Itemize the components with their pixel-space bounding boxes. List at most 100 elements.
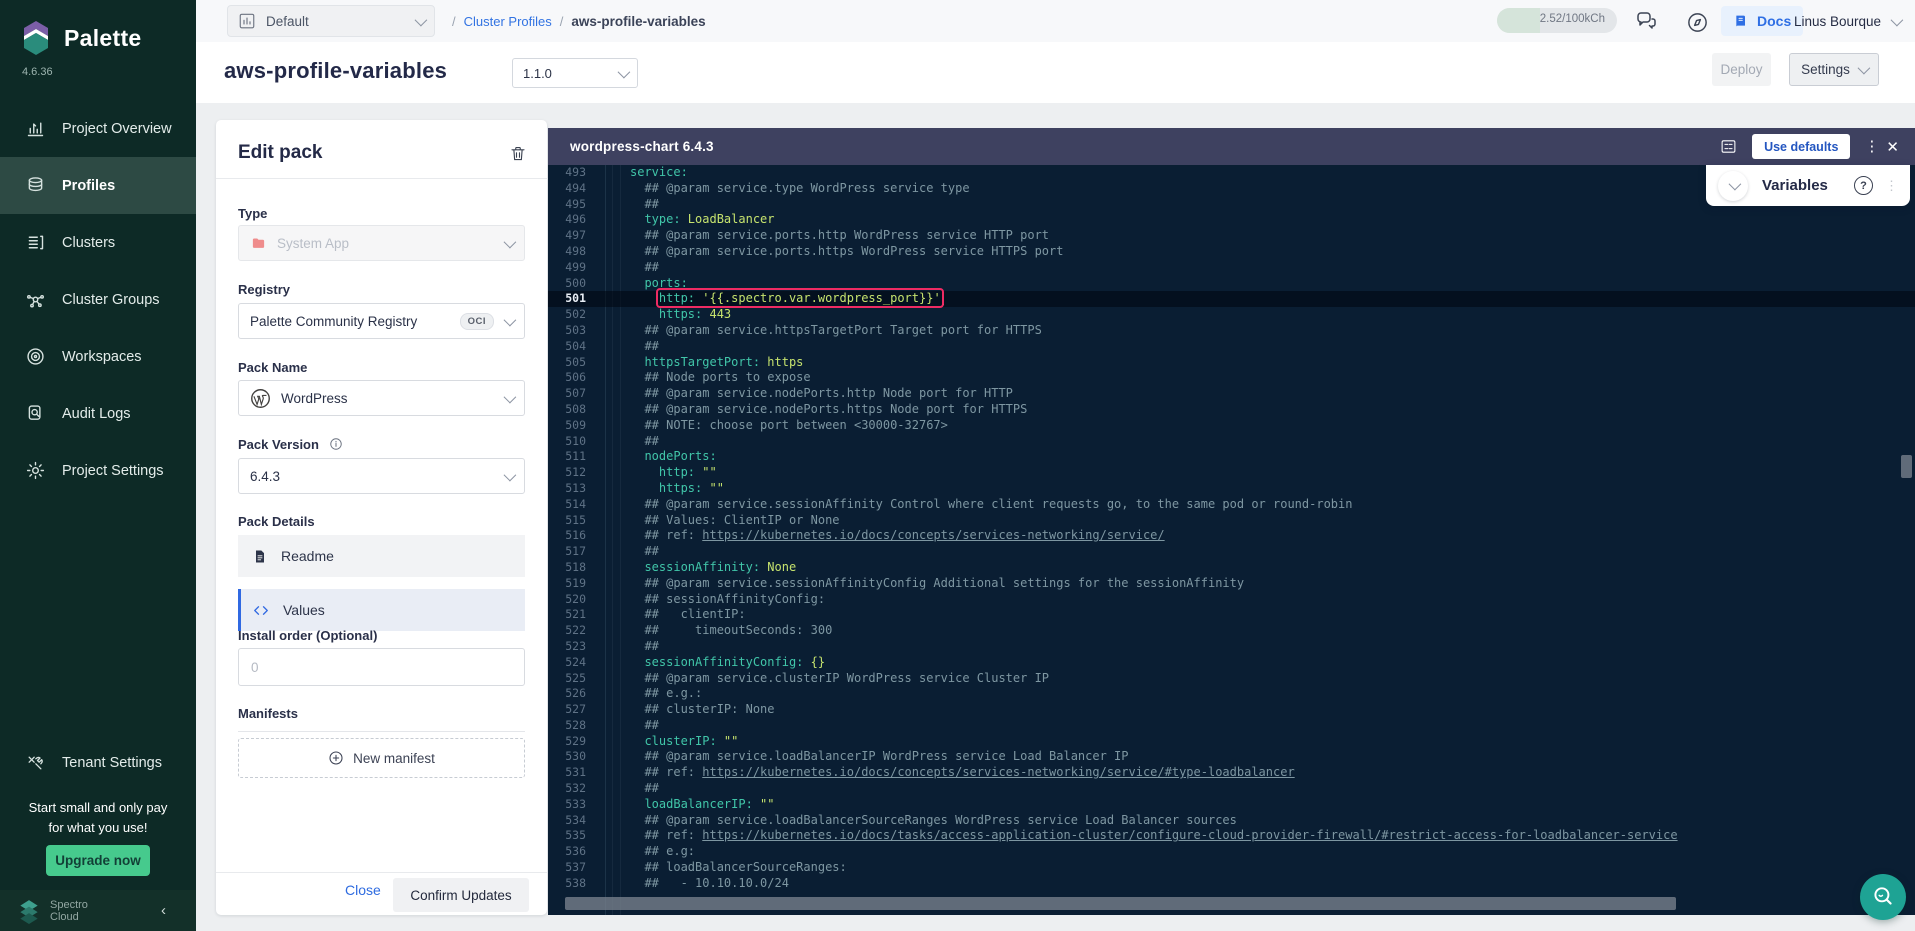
code-line[interactable]: 496 type: LoadBalancer: [548, 212, 1915, 228]
breadcrumb-cluster-profiles-link[interactable]: Cluster Profiles: [464, 14, 552, 29]
code-line[interactable]: 505 httpsTargetPort: https: [548, 355, 1915, 371]
code-line[interactable]: 537 ## loadBalancerSourceRanges:: [548, 860, 1915, 876]
close-button[interactable]: Close: [345, 882, 381, 898]
code-line[interactable]: 498 ## @param service.ports.https WordPr…: [548, 244, 1915, 260]
horizontal-scrollbar[interactable]: [565, 897, 1676, 910]
code-line[interactable]: 522 ## timeoutSeconds: 300: [548, 623, 1915, 639]
code-line[interactable]: 511 nodePorts:: [548, 449, 1915, 465]
code-line[interactable]: 532 ##: [548, 781, 1915, 797]
deploy-button[interactable]: Deploy: [1712, 53, 1771, 86]
code-line[interactable]: 503 ## @param service.httpsTargetPort Ta…: [548, 323, 1915, 339]
sidebar-item-workspaces[interactable]: Workspaces: [0, 328, 196, 385]
code-line[interactable]: 506 ## Node ports to expose: [548, 370, 1915, 386]
editor-menu-icon[interactable]: ⋮: [1864, 144, 1872, 149]
code-line[interactable]: 504 ##: [548, 339, 1915, 355]
code-line[interactable]: 508 ## @param service.nodePorts.https No…: [548, 402, 1915, 418]
project-selector[interactable]: Default: [227, 5, 435, 37]
support-compass-icon[interactable]: [1684, 9, 1710, 35]
sidebar-item-audit-logs[interactable]: Audit Logs: [0, 385, 196, 442]
help-chat-widget[interactable]: [1860, 874, 1906, 920]
use-defaults-button[interactable]: Use defaults: [1752, 134, 1850, 159]
code-line[interactable]: 509 ## NOTE: choose port between <30000-…: [548, 418, 1915, 434]
code-line[interactable]: 500 ports:: [548, 276, 1915, 292]
code-line[interactable]: 521 ## clientIP:: [548, 607, 1915, 623]
code-line[interactable]: 523 ##: [548, 639, 1915, 655]
sidebar-item-clusters[interactable]: Clusters: [0, 214, 196, 271]
variables-menu-icon[interactable]: ⋮: [1885, 184, 1898, 188]
collapse-sidebar-icon[interactable]: ‹: [161, 902, 166, 919]
pack-version-select[interactable]: 6.4.3: [238, 458, 525, 494]
code-line[interactable]: 530 ## @param service.loadBalancerIP Wor…: [548, 749, 1915, 765]
code-text: ## loadBalancerSourceRanges:: [598, 860, 847, 876]
delete-pack-icon[interactable]: [509, 144, 527, 168]
brand-name: Palette: [64, 25, 142, 52]
values-tab[interactable]: Values: [238, 589, 525, 631]
code-text: ## @param service.sessionAffinityConfig …: [598, 576, 1244, 592]
code-line[interactable]: 497 ## @param service.ports.http WordPre…: [548, 228, 1915, 244]
user-menu[interactable]: Linus Bourque: [1794, 0, 1900, 42]
spectro-cloud-logo: [16, 898, 42, 924]
workspace-icon: [24, 346, 46, 368]
feedback-chat-icon[interactable]: [1633, 9, 1659, 35]
code-line[interactable]: 536 ## e.g:: [548, 844, 1915, 860]
code-line[interactable]: 527 ## clusterIP: None: [548, 702, 1915, 718]
code-line[interactable]: 531 ## ref: https://kubernetes.io/docs/c…: [548, 765, 1915, 781]
install-order-input[interactable]: [238, 648, 525, 686]
code-text: ## @param service.type WordPress service…: [598, 181, 970, 197]
code-line[interactable]: 538 ## - 10.10.10.0/24: [548, 876, 1915, 892]
install-order-label: Install order (Optional): [238, 628, 377, 643]
variables-collapse-icon[interactable]: [1718, 171, 1748, 201]
code-line[interactable]: 516 ## ref: https://kubernetes.io/docs/c…: [548, 528, 1915, 544]
code-line[interactable]: 528 ##: [548, 718, 1915, 734]
code-line[interactable]: 526 ## e.g.:: [548, 686, 1915, 702]
upgrade-now-button[interactable]: Upgrade now: [46, 845, 150, 876]
code-line[interactable]: 535 ## ref: https://kubernetes.io/docs/t…: [548, 828, 1915, 844]
code-line[interactable]: 502 https: 443: [548, 307, 1915, 323]
sidebar-item-project-overview[interactable]: Project Overview: [0, 100, 196, 157]
code-line[interactable]: 512 http: "": [548, 465, 1915, 481]
code-line[interactable]: 529 clusterIP: "": [548, 734, 1915, 750]
registry-select[interactable]: Palette Community Registry OCI: [238, 303, 525, 339]
profile-version-select[interactable]: 1.1.0: [512, 58, 638, 88]
code-line[interactable]: 524 sessionAffinityConfig: {}: [548, 655, 1915, 671]
sidebar-tenant-settings[interactable]: Tenant Settings: [0, 734, 196, 791]
chevron-down-icon: [1891, 13, 1904, 26]
close-editor-icon[interactable]: ✕: [1886, 138, 1899, 156]
readme-tab[interactable]: Readme: [238, 535, 525, 577]
pack-name-select[interactable]: WordPress: [238, 380, 525, 416]
code-line[interactable]: 510 ##: [548, 434, 1915, 450]
code-line[interactable]: 515 ## Values: ClientIP or None: [548, 513, 1915, 529]
code-line[interactable]: 520 ## sessionAffinityConfig:: [548, 592, 1915, 608]
code-line[interactable]: 534 ## @param service.loadBalancerSource…: [548, 813, 1915, 829]
code-line[interactable]: 514 ## @param service.sessionAffinity Co…: [548, 497, 1915, 513]
vertical-scrollbar[interactable]: [1901, 455, 1912, 478]
variables-title: Variables: [1762, 177, 1854, 194]
code-area[interactable]: 493service:494 ## @param service.type Wo…: [548, 165, 1915, 915]
code-text: httpsTargetPort: https: [598, 355, 803, 371]
line-number: 510: [548, 434, 598, 450]
code-line[interactable]: 517 ##: [548, 544, 1915, 560]
confirm-updates-button[interactable]: Confirm Updates: [393, 878, 529, 912]
split-view-icon[interactable]: [1719, 138, 1738, 155]
code-line[interactable]: 533 loadBalancerIP: "": [548, 797, 1915, 813]
new-manifest-button[interactable]: New manifest: [238, 738, 525, 778]
sidebar-item-project-settings[interactable]: Project Settings: [0, 442, 196, 499]
line-number: 536: [548, 844, 598, 860]
code-line[interactable]: 519 ## @param service.sessionAffinityCon…: [548, 576, 1915, 592]
sidebar-item-profiles[interactable]: Profiles: [0, 157, 196, 214]
line-number: 526: [548, 686, 598, 702]
code-text: sessionAffinity: None: [598, 560, 796, 576]
code-line[interactable]: 513 https: "": [548, 481, 1915, 497]
variables-help-icon[interactable]: ?: [1854, 176, 1873, 195]
code-line[interactable]: 525 ## @param service.clusterIP WordPres…: [548, 671, 1915, 687]
code-line[interactable]: 518 sessionAffinity: None: [548, 560, 1915, 576]
code-line[interactable]: 499 ##: [548, 260, 1915, 276]
docs-button[interactable]: Docs: [1721, 6, 1803, 36]
database-icon: [24, 175, 46, 197]
code-text: ## @param service.httpsTargetPort Target…: [598, 323, 1042, 339]
gear-icon: [24, 460, 46, 482]
settings-button[interactable]: Settings: [1789, 53, 1879, 86]
sidebar-item-cluster-groups[interactable]: Cluster Groups: [0, 271, 196, 328]
code-line-highlighted[interactable]: 501 http: '{{.spectro.var.wordpress_port…: [548, 291, 1915, 307]
code-line[interactable]: 507 ## @param service.nodePorts.http Nod…: [548, 386, 1915, 402]
